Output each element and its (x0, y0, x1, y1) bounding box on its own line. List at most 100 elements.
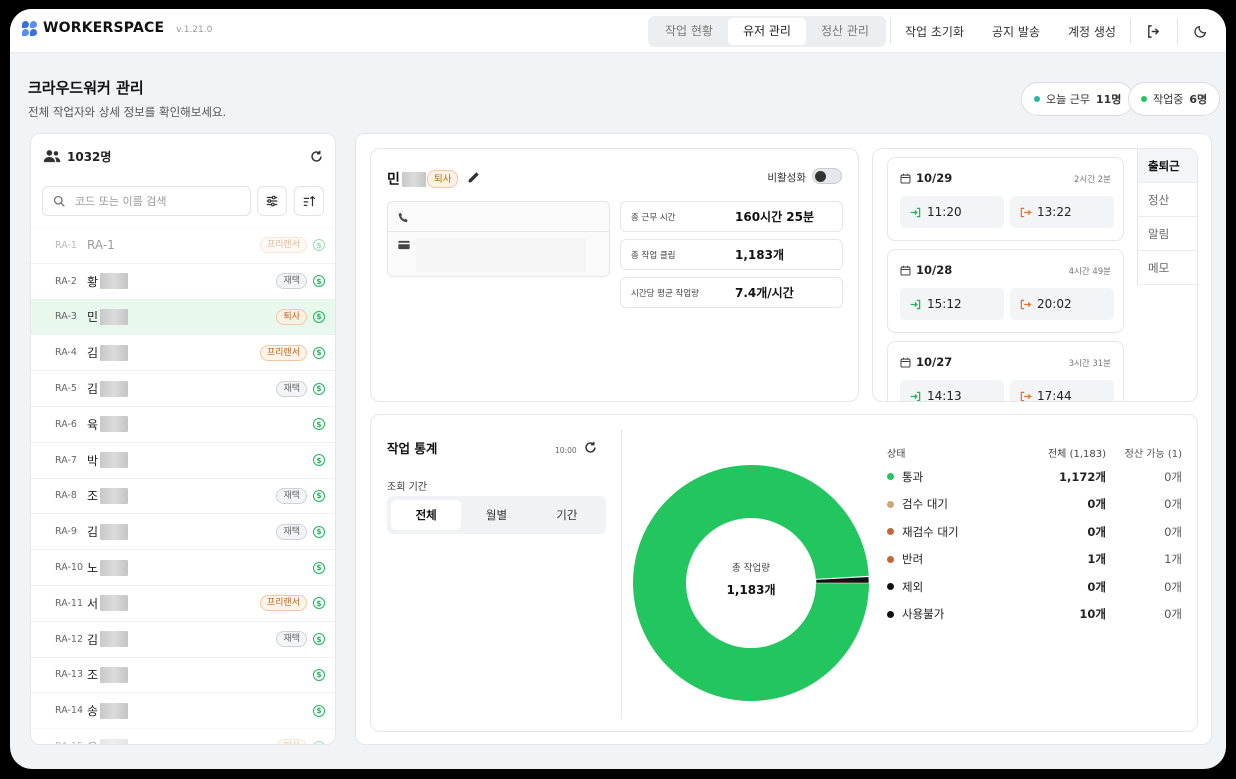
phone-icon (398, 212, 408, 223)
tab-notifications[interactable]: 알림 (1137, 217, 1197, 251)
tab-attendance[interactable]: 출퇴근 (1137, 149, 1197, 183)
contact-box (387, 201, 610, 277)
deactivate-toggle[interactable] (812, 168, 842, 184)
top-bar: WORKERSPACE v.1.21.0 작업 현황 유저 관리 정산 관리 작… (10, 9, 1226, 53)
worker-list: RA-1 RA-1 프리랜서 $ RA-2 황 재택 $ RA-3 민 퇴사 $ RA-4 김 프리랜서 $ R… (31, 227, 335, 744)
masked-name (100, 452, 129, 469)
today-working-badge: 오늘 근무 11명 (1021, 82, 1135, 116)
user-status-badge: 퇴사 (427, 167, 459, 188)
worker-row[interactable]: RA-12 김 재택 $ (31, 620, 335, 657)
worker-row[interactable]: RA-10 노 $ (31, 549, 335, 585)
stat-value: 7.4개/시간 (735, 286, 794, 300)
filter-button[interactable] (257, 186, 287, 216)
tab-work-status[interactable]: 작업 현황 (650, 18, 728, 45)
clock-out-value: 17:44 (1037, 389, 1072, 402)
clock-in-time: 11:20 (900, 196, 1004, 228)
masked-name (100, 273, 129, 290)
tab-user-management[interactable]: 유저 관리 (727, 18, 806, 45)
status-payable: 0개 (1164, 607, 1182, 622)
payable-coin-icon: $ (313, 633, 325, 646)
status-cell: 사용불가 (887, 606, 1013, 622)
status-row: 제외 0개 0개 (887, 573, 1187, 601)
worker-list-panel: 1032명 코드 또는 이름 검색 RA-1 RA-1 프리랜서 $ RA-2 황 재택 $ R… (30, 133, 336, 745)
status-dot (1034, 96, 1040, 102)
refresh-list-button[interactable] (310, 148, 323, 167)
stats-title: 작업 통계 (387, 441, 438, 456)
payable-coin-icon: $ (313, 382, 325, 395)
status-total: 0개 (1087, 524, 1106, 539)
work-stats-card: 작업 통계 10:00 조회 기간 전체 월별 기간 총 작업량 1,183개 … (370, 414, 1198, 732)
clock-in-icon (910, 299, 921, 309)
worker-row[interactable]: RA-4 김 프리랜서 $ (31, 334, 335, 370)
clock-in-icon (910, 391, 921, 401)
calendar-icon (900, 173, 911, 183)
worker-row[interactable]: RA-6 육 $ (31, 405, 335, 442)
attendance-date-text: 10/27 (916, 355, 953, 369)
calendar-icon (900, 265, 911, 275)
status-dot (1141, 96, 1147, 102)
stat-label: 시간당 평균 작업량 (631, 288, 699, 299)
search-placeholder: 코드 또는 이름 검색 (75, 195, 167, 208)
search-input[interactable]: 코드 또는 이름 검색 (42, 186, 251, 216)
edit-user-button[interactable] (467, 169, 480, 188)
status-payable: 0개 (1164, 524, 1182, 539)
legend-dot (887, 528, 894, 536)
refresh-icon (585, 441, 596, 453)
divider (388, 231, 609, 232)
payable-coin-icon: $ (313, 704, 325, 717)
create-account-button[interactable]: 계정 생성 (1054, 23, 1130, 40)
tab-settlement[interactable]: 정산 관리 (806, 18, 884, 45)
status-payable: 1개 (1164, 552, 1182, 567)
logout-button[interactable] (1131, 9, 1177, 53)
logo[interactable]: WORKERSPACE v.1.21.0 (22, 20, 212, 36)
worker-row[interactable]: RA-2 황 재택 $ (31, 262, 335, 299)
send-notice-button[interactable]: 공지 발송 (978, 23, 1054, 40)
status-cell: 반려 (887, 551, 1013, 567)
worker-row[interactable]: RA-3 민 퇴사 $ (31, 298, 335, 335)
status-cell: 재검수 대기 (887, 524, 1013, 540)
status-row: 검수 대기 0개 0개 (887, 491, 1187, 519)
clock-out-icon (1020, 391, 1031, 401)
refresh-icon (311, 150, 322, 162)
worker-row[interactable]: RA-7 박 $ (31, 441, 335, 478)
masked-name (100, 308, 129, 325)
worker-type-badge: 프리랜서 (259, 595, 307, 612)
worker-row[interactable]: RA-15오 퇴사 $ (31, 728, 335, 744)
period-monthly[interactable]: 월별 (461, 500, 531, 530)
worker-code: RA-2 (55, 275, 77, 287)
tab-memo[interactable]: 메모 (1137, 251, 1197, 285)
reset-work-button[interactable]: 작업 초기화 (891, 23, 978, 40)
masked-name (100, 380, 129, 397)
period-all[interactable]: 전체 (391, 500, 462, 530)
worker-type-badge: 프리랜서 (259, 237, 307, 254)
period-range[interactable]: 기간 (532, 500, 602, 530)
divider (621, 429, 622, 719)
worker-row[interactable]: RA-1 RA-1 프리랜서 $ (31, 227, 335, 263)
theme-toggle-button[interactable] (1178, 9, 1224, 53)
worker-name: 오 (87, 738, 129, 744)
worker-row[interactable]: RA-11 서 프리랜서 $ (31, 584, 335, 621)
status-cell: 검수 대기 (887, 496, 1013, 512)
attendance-date-text: 10/28 (916, 263, 953, 277)
worker-row[interactable]: RA-5 김 재택 $ (31, 370, 335, 406)
sort-button[interactable] (294, 186, 324, 216)
worker-code: RA-5 (55, 383, 77, 395)
worker-row[interactable]: RA-14 송 $ (31, 692, 335, 728)
worker-name: 서 (87, 595, 129, 612)
page-subtitle: 전체 작업자와 상세 정보를 확인해보세요. (28, 105, 227, 119)
payable-coin-icon: $ (313, 525, 325, 538)
refresh-stats-button[interactable] (584, 439, 597, 458)
worker-row[interactable]: RA-9 김 재택 $ (31, 513, 335, 549)
status-row: 사용불가 10개 0개 (887, 601, 1187, 629)
attendance-record: 10/28 4시간 49분 15:12 20:02 (887, 249, 1124, 333)
worker-code: RA-14 (55, 705, 84, 717)
worker-row[interactable]: RA-13 조 $ (31, 656, 335, 693)
attendance-date: 10/27 (900, 355, 952, 369)
user-name-text: 민 (387, 172, 400, 188)
tab-settlement-detail[interactable]: 정산 (1137, 183, 1197, 217)
worker-name-text: 오 (87, 738, 98, 744)
worker-row[interactable]: RA-8 조 재택 $ (31, 477, 335, 514)
status-cell: 제외 (887, 579, 1013, 595)
worker-type-badge: 퇴사 (276, 308, 307, 325)
stats-updated-time: 10:00 (555, 446, 577, 455)
